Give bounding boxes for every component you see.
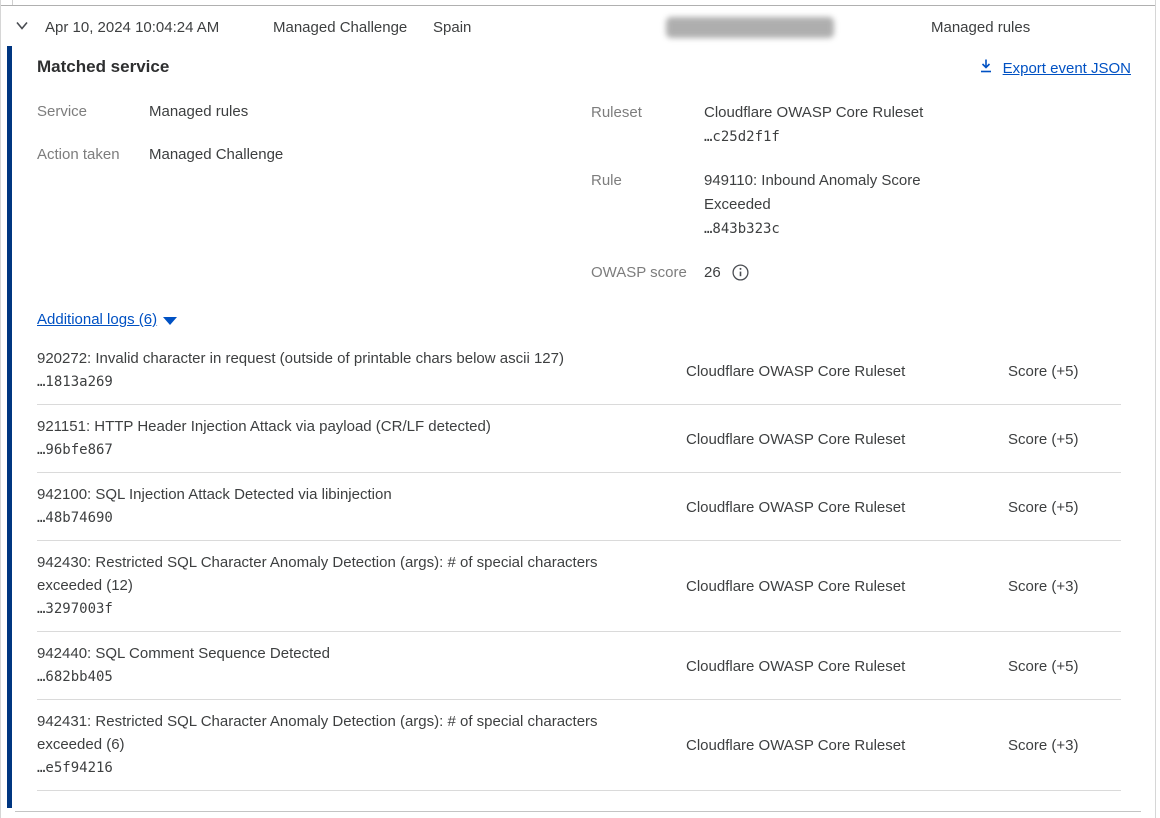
rule-label: Rule — [591, 169, 704, 241]
service-value: Managed rules — [149, 101, 248, 123]
log-row: 921151: HTTP Header Injection Attack via… — [37, 405, 1121, 473]
service-field: Service Managed rules — [37, 101, 283, 123]
owasp-score-field: OWASP score 26 — [591, 261, 949, 285]
rule-value: 949110: Inbound Anomaly Score Exceeded — [704, 172, 921, 213]
log-row: 942431: Restricted SQL Character Anomaly… — [37, 700, 1121, 791]
action-taken-value: Managed Challenge — [149, 144, 283, 166]
additional-logs-toggle[interactable]: Additional logs (6) — [37, 310, 177, 329]
ruleset-id-hash: …c25d2f1f — [704, 125, 949, 149]
log-ruleset-name: Cloudflare OWASP Core Ruleset — [686, 483, 1008, 531]
log-score: Score (+5) — [1008, 415, 1078, 463]
log-row: 942430: Restricted SQL Character Anomaly… — [37, 541, 1121, 632]
matched-service-right-column: Ruleset Cloudflare OWASP Core Ruleset …c… — [591, 101, 949, 305]
log-row: 942440: SQL Comment Sequence Detected …6… — [37, 632, 1121, 700]
log-rule-hash: …1813a269 — [37, 370, 650, 395]
log-rule-hash: …96bfe867 — [37, 438, 650, 463]
event-row[interactable]: Apr 10, 2024 10:04:24 AM Managed Challen… — [1, 5, 1155, 45]
matched-service-title: Matched service — [37, 57, 169, 77]
log-ruleset-name: Cloudflare OWASP Core Ruleset — [686, 347, 1008, 395]
log-rule-description: 942440: SQL Comment Sequence Detected — [37, 642, 650, 665]
log-row: 942100: SQL Injection Attack Detected vi… — [37, 473, 1121, 541]
info-icon[interactable] — [732, 264, 749, 288]
log-rule-description: 942430: Restricted SQL Character Anomaly… — [37, 551, 650, 597]
log-rule-description: 920272: Invalid character in request (ou… — [37, 347, 650, 370]
log-rule-hash: …3297003f — [37, 597, 650, 622]
event-timestamp: Apr 10, 2024 10:04:24 AM — [45, 19, 219, 36]
event-service: Managed rules — [931, 19, 1030, 36]
log-ruleset-name: Cloudflare OWASP Core Ruleset — [686, 551, 1008, 622]
log-rule-hash: …682bb405 — [37, 665, 650, 690]
owasp-score-label: OWASP score — [591, 261, 704, 285]
log-ruleset-name: Cloudflare OWASP Core Ruleset — [686, 710, 1008, 781]
log-score: Score (+5) — [1008, 347, 1078, 395]
ruleset-label: Ruleset — [591, 101, 704, 149]
log-score: Score (+5) — [1008, 483, 1078, 531]
rule-id-hash: …843b323c — [704, 217, 949, 241]
download-icon — [978, 58, 994, 78]
log-ruleset-name: Cloudflare OWASP Core Ruleset — [686, 642, 1008, 690]
additional-logs-label: Additional logs (6) — [37, 310, 157, 329]
ruleset-value: Cloudflare OWASP Core Ruleset — [704, 104, 923, 121]
log-rule-hash: …48b74690 — [37, 506, 650, 531]
log-score: Score (+3) — [1008, 710, 1078, 781]
log-rule-description: 942431: Restricted SQL Character Anomaly… — [37, 710, 650, 756]
chevron-down-icon[interactable] — [13, 19, 31, 38]
event-action: Managed Challenge — [273, 19, 407, 36]
log-row: 920272: Invalid character in request (ou… — [37, 337, 1121, 405]
log-rule-description: 942100: SQL Injection Attack Detected vi… — [37, 483, 650, 506]
event-country: Spain — [433, 19, 471, 36]
log-score: Score (+5) — [1008, 642, 1078, 690]
ruleset-field: Ruleset Cloudflare OWASP Core Ruleset …c… — [591, 101, 949, 149]
export-event-json-link[interactable]: Export event JSON — [978, 58, 1131, 78]
log-ruleset-name: Cloudflare OWASP Core Ruleset — [686, 415, 1008, 463]
log-score: Score (+3) — [1008, 551, 1078, 622]
service-label: Service — [37, 101, 149, 123]
matched-service-left-column: Service Managed rules Action taken Manag… — [37, 101, 283, 187]
rule-field: Rule 949110: Inbound Anomaly Score Excee… — [591, 169, 949, 241]
owasp-score-value: 26 — [704, 261, 721, 285]
action-taken-label: Action taken — [37, 144, 149, 166]
event-detail-panel: Matched service Export event JSON Servic… — [1, 45, 1157, 812]
caret-down-icon — [163, 317, 177, 325]
export-event-json-label: Export event JSON — [1003, 59, 1131, 78]
log-rule-hash: …e5f94216 — [37, 756, 650, 781]
additional-logs-list: 920272: Invalid character in request (ou… — [37, 337, 1121, 791]
redacted-hostname — [666, 17, 834, 38]
log-rule-description: 921151: HTTP Header Injection Attack via… — [37, 415, 650, 438]
next-row-divider — [15, 811, 1141, 812]
events-table-frame: Apr 10, 2024 10:04:24 AM Managed Challen… — [0, 0, 1156, 818]
action-taken-field: Action taken Managed Challenge — [37, 144, 283, 166]
